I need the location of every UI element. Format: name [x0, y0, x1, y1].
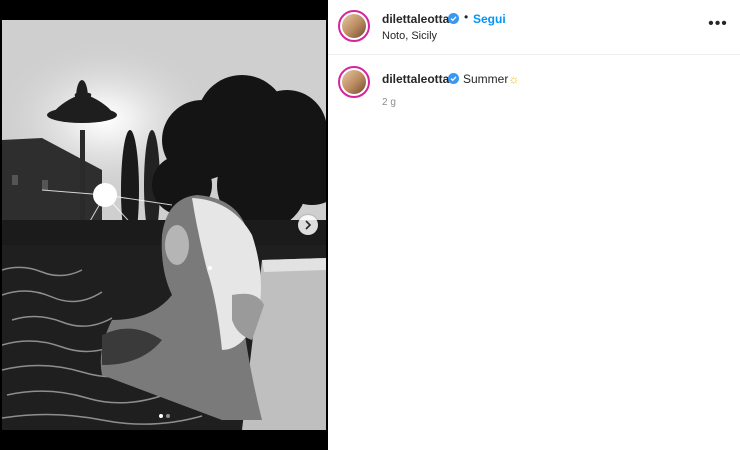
follow-button[interactable]: Segui [473, 12, 506, 26]
carousel-next-button[interactable] [298, 215, 318, 235]
sun-emoji-icon: ☼ [508, 72, 520, 86]
post-side-panel: dilettaleotta • Segui Noto, Sicily ••• d… [328, 0, 740, 450]
post-header: dilettaleotta • Segui Noto, Sicily ••• [328, 0, 740, 55]
post-media [0, 0, 328, 450]
post-photo[interactable] [2, 20, 326, 430]
header-separator: • [464, 10, 469, 24]
header-username[interactable]: dilettaleotta [382, 12, 449, 26]
carousel-indicator [0, 414, 328, 418]
post-location[interactable]: Noto, Sicily [382, 30, 437, 42]
verified-badge-icon [448, 73, 459, 84]
post-timestamp[interactable]: 2 g [382, 97, 396, 108]
carousel-dot-1 [158, 414, 163, 418]
photo-illustration [2, 20, 326, 430]
caption-avatar[interactable] [338, 66, 370, 98]
post-caption: Summer☼ [463, 72, 519, 86]
verified-badge-icon [448, 13, 459, 24]
header-avatar[interactable] [338, 10, 370, 42]
chevron-right-icon [305, 220, 312, 230]
more-options-icon[interactable]: ••• [708, 14, 728, 34]
caption-text: Summer [463, 72, 509, 86]
carousel-dot-2 [165, 414, 170, 418]
caption-username[interactable]: dilettaleotta [382, 72, 449, 86]
